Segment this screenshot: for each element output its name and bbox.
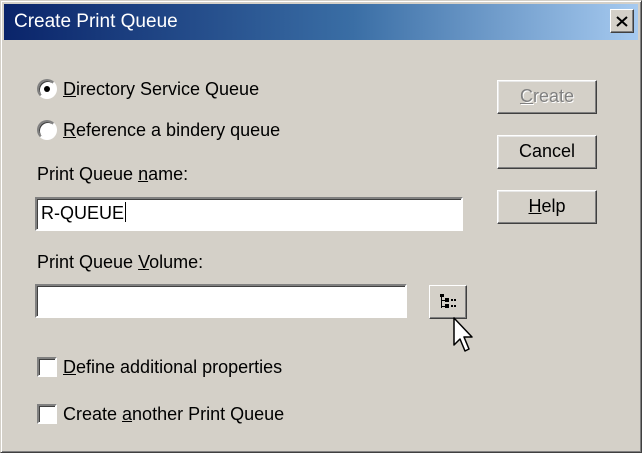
close-button[interactable]: [610, 9, 634, 33]
browse-volume-button[interactable]: [429, 285, 467, 319]
print-queue-name-input[interactable]: R-QUEUE: [35, 197, 463, 231]
cancel-button[interactable]: Cancel: [497, 135, 597, 169]
radio-indicator: [37, 120, 57, 140]
print-queue-volume-label: Print Queue Volume:: [37, 252, 204, 272]
checkbox-label: Create another Print Queue: [63, 404, 285, 424]
dialog-title: Create Print Queue: [14, 11, 178, 32]
create-button[interactable]: Create: [497, 80, 597, 114]
radio-reference-bindery-queue[interactable]: Reference a bindery queue: [37, 119, 280, 141]
radio-label: Reference a bindery queue: [63, 120, 281, 140]
checkbox-define-additional-properties[interactable]: Define additional properties: [37, 356, 282, 378]
print-queue-volume-input[interactable]: [35, 284, 407, 318]
radio-label: Directory Service Queue: [63, 79, 260, 99]
checkbox-indicator: [37, 404, 57, 424]
text-caret: [125, 202, 127, 222]
help-button[interactable]: Help: [497, 190, 597, 224]
close-icon: [616, 15, 628, 27]
radio-directory-service-queue[interactable]: Directory Service Queue: [37, 78, 259, 100]
checkbox-indicator: [37, 357, 57, 377]
checkbox-create-another-print-queue[interactable]: Create another Print Queue: [37, 403, 284, 425]
radio-indicator: [37, 79, 57, 99]
directory-tree-browse-icon: [440, 294, 456, 308]
print-queue-name-label: Print Queue name:: [37, 164, 189, 184]
title-bar[interactable]: Create Print Queue: [4, 4, 638, 40]
create-print-queue-dialog: Create Print Queue Directory Service Que…: [0, 0, 642, 453]
mouse-pointer-icon: [453, 317, 473, 352]
checkbox-label: Define additional properties: [63, 357, 283, 377]
